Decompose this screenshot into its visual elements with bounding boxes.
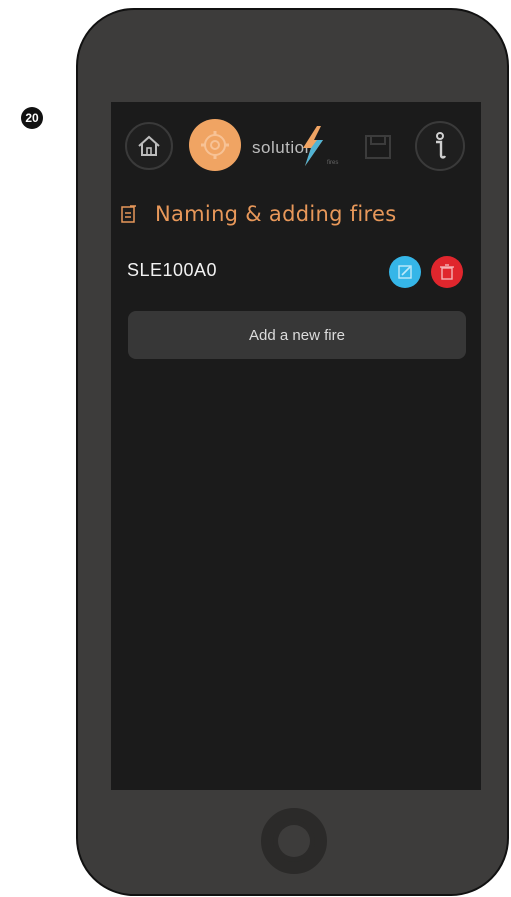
app-screen: solution fires Naming & adding fires SLE… xyxy=(111,102,481,790)
trash-icon xyxy=(440,264,454,280)
home-icon xyxy=(138,135,160,156)
top-navigation-bar: solution fires xyxy=(111,102,481,192)
fire-name: SLE100A0 xyxy=(127,260,218,280)
pencil-icon xyxy=(398,265,412,279)
add-new-fire-button[interactable]: Add a new fire xyxy=(128,311,466,359)
page-title: Naming & adding fires xyxy=(155,202,397,226)
fire-list-item: SLE100A0 xyxy=(127,254,471,288)
logo-subtext: fires xyxy=(327,160,339,166)
home-button[interactable] xyxy=(125,122,173,170)
save-icon[interactable] xyxy=(364,134,392,160)
info-icon xyxy=(436,132,447,159)
step-number-badge: 20 xyxy=(21,107,43,129)
page-header: Naming & adding fires xyxy=(121,197,396,231)
settings-button[interactable] xyxy=(189,119,241,171)
edit-note-icon xyxy=(121,205,136,223)
lightning-bolt-logo-icon xyxy=(303,126,323,166)
delete-fire-button[interactable] xyxy=(431,256,463,288)
info-button[interactable] xyxy=(415,121,465,171)
home-button-ring xyxy=(278,825,310,857)
gear-icon xyxy=(201,131,229,159)
edit-fire-button[interactable] xyxy=(389,256,421,288)
phone-frame: solution fires Naming & adding fires SLE… xyxy=(76,8,509,896)
phone-home-button[interactable] xyxy=(261,808,327,874)
solution-logo: solution fires xyxy=(252,126,352,170)
